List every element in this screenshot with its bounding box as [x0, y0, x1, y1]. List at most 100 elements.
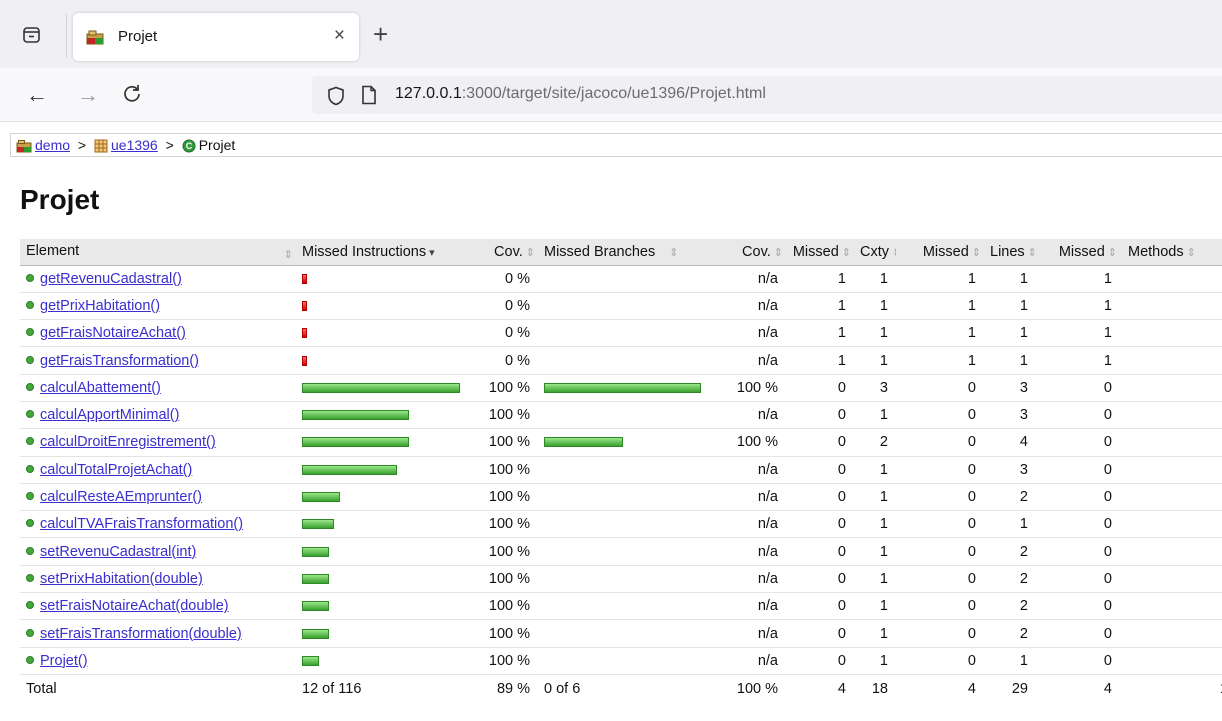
- column-header-methods[interactable]: Methods ⇕: [1120, 239, 1222, 266]
- methods-cell: 1: [1120, 265, 1222, 293]
- branch-bar-cell: [538, 292, 708, 321]
- missed-cxty-cell: 0: [786, 647, 854, 675]
- forward-arrow-icon[interactable]: →: [77, 82, 99, 108]
- url-path: :3000/target/site/jacoco/ue1396/Projet.h…: [461, 85, 766, 102]
- instruction-bar-cell: [296, 265, 462, 293]
- url-bar[interactable]: 127.0.0.1:3000/target/site/jacoco/ue1396…: [312, 76, 1222, 114]
- instruction-bar-cell: [296, 510, 462, 539]
- lines-cell: 1: [984, 647, 1036, 675]
- cxty-cell: 1: [854, 647, 896, 675]
- column-header-missed-instructions[interactable]: Missed Instructions ▾: [296, 239, 462, 266]
- sort-icon: ⇕: [525, 246, 535, 259]
- breadcrumb-link-ue1396[interactable]: ue1396: [111, 137, 158, 153]
- instr-cov-cell: 100 %: [462, 592, 538, 621]
- method-icon: [26, 492, 34, 501]
- sort-icon: ⇕: [669, 246, 679, 259]
- missed-methods-cell: 0: [1036, 428, 1120, 457]
- missed-cxty-cell: 1: [786, 346, 854, 375]
- instr-cov-cell: 0 %: [462, 319, 538, 348]
- lines-cell: 1: [984, 510, 1036, 539]
- method-link[interactable]: getPrixHabitation(): [40, 298, 160, 314]
- missed-methods-cell: 1: [1036, 319, 1120, 348]
- tab-list-icon[interactable]: [22, 26, 42, 44]
- table-row: calculResteAEmprunter()100 %n/a010201: [20, 483, 1222, 512]
- methods-cell: 1: [1120, 428, 1222, 457]
- column-header-branch-cov[interactable]: Cov. ⇕: [708, 239, 786, 266]
- url-text[interactable]: 127.0.0.1:3000/target/site/jacoco/ue1396…: [395, 85, 766, 103]
- method-link[interactable]: setRevenuCadastral(int): [40, 544, 196, 560]
- lines-cell: 4: [984, 428, 1036, 457]
- method-link[interactable]: setFraisNotaireAchat(double): [40, 598, 229, 614]
- column-header-instr-cov[interactable]: Cov. ⇕: [462, 239, 538, 266]
- total-instr-cov: 89 %: [462, 673, 538, 703]
- column-header-element[interactable]: Element ⇕: [20, 239, 296, 266]
- covered-instructions-bar: [302, 655, 319, 666]
- page-info-icon[interactable]: [361, 85, 377, 110]
- active-tab[interactable]: Projet ×: [73, 13, 359, 61]
- lines-cell: 3: [984, 456, 1036, 484]
- cxty-cell: 1: [854, 483, 896, 512]
- instr-cov-cell: 100 %: [462, 483, 538, 512]
- method-icon: [26, 573, 34, 582]
- method-link[interactable]: calculApportMinimal(): [40, 407, 179, 423]
- instr-cov-cell: 100 %: [462, 565, 538, 594]
- sort-icon: ⇕: [1107, 246, 1117, 259]
- table-row: getFraisTransformation()0 %n/a111111: [20, 346, 1222, 375]
- method-link[interactable]: getRevenuCadastral(): [40, 271, 182, 287]
- sort-desc-icon: ▾: [429, 246, 435, 259]
- missed-methods-cell: 0: [1036, 510, 1120, 539]
- column-header-cxty[interactable]: Cxty⇕: [854, 239, 896, 266]
- coverage-table-body: getRevenuCadastral()0 %n/a111111getPrixH…: [20, 265, 1222, 675]
- method-link[interactable]: calculResteAEmprunter(): [40, 489, 202, 505]
- branch-bar-cell: [538, 401, 708, 430]
- method-link[interactable]: calculDroitEnregistrement(): [40, 434, 216, 450]
- missed-lines-cell: 0: [896, 428, 984, 457]
- instruction-bar-cell: [296, 592, 462, 621]
- column-header-missed-methods[interactable]: Missed ⇕: [1036, 239, 1120, 266]
- cxty-cell: 1: [854, 292, 896, 321]
- table-header-row: Element ⇕ Missed Instructions ▾ Cov. ⇕ Miss…: [20, 239, 1222, 266]
- sort-icon: ⇕: [971, 246, 981, 259]
- method-link[interactable]: getFraisTransformation(): [40, 353, 199, 369]
- method-link[interactable]: getFraisNotaireAchat(): [40, 325, 186, 341]
- missed-instructions-bar: [302, 328, 307, 339]
- missed-cxty-cell: 1: [786, 319, 854, 348]
- cxty-cell: 1: [854, 510, 896, 539]
- method-link[interactable]: calculTVAFraisTransformation(): [40, 516, 243, 532]
- shield-icon[interactable]: [327, 86, 345, 111]
- element-cell: getPrixHabitation(): [20, 292, 296, 321]
- missed-methods-cell: 0: [1036, 401, 1120, 430]
- column-header-lines[interactable]: Lines ⇕: [984, 239, 1036, 266]
- back-arrow-icon[interactable]: ←: [26, 82, 48, 108]
- method-link[interactable]: calculTotalProjetAchat(): [40, 462, 192, 478]
- method-link[interactable]: setPrixHabitation(double): [40, 571, 203, 587]
- instruction-bar-cell: [296, 483, 462, 512]
- new-tab-button[interactable]: +: [373, 20, 388, 48]
- method-icon: [26, 300, 34, 309]
- methods-cell: 1: [1120, 510, 1222, 539]
- header-label: Cov.: [494, 243, 523, 260]
- element-cell: setRevenuCadastral(int): [20, 537, 296, 566]
- instr-cov-cell: 0 %: [462, 265, 538, 293]
- column-header-missed-cxty[interactable]: Missed ⇕: [786, 239, 854, 266]
- methods-cell: 1: [1120, 374, 1222, 402]
- close-tab-icon[interactable]: ×: [334, 26, 345, 46]
- breadcrumb: demo > ue1396 > C Projet: [10, 133, 1222, 157]
- lines-cell: 2: [984, 619, 1036, 648]
- table-row: Projet()100 %n/a010101: [20, 647, 1222, 675]
- cxty-cell: 1: [854, 592, 896, 621]
- method-link[interactable]: calculAbattement(): [40, 380, 161, 396]
- instr-cov-cell: 100 %: [462, 401, 538, 430]
- column-header-missed-branches[interactable]: Missed Branches ⇕: [538, 239, 708, 266]
- method-link[interactable]: Projet(): [40, 653, 88, 669]
- missed-cxty-cell: 0: [786, 592, 854, 621]
- reload-icon[interactable]: [122, 81, 142, 109]
- element-cell: setFraisTransformation(double): [20, 619, 296, 648]
- breadcrumb-link-demo[interactable]: demo: [35, 137, 70, 153]
- method-link[interactable]: setFraisTransformation(double): [40, 626, 242, 642]
- missed-lines-cell: 0: [896, 592, 984, 621]
- element-cell: getRevenuCadastral(): [20, 265, 296, 293]
- cxty-cell: 2: [854, 428, 896, 457]
- table-row: getPrixHabitation()0 %n/a111111: [20, 292, 1222, 321]
- column-header-missed-lines[interactable]: Missed ⇕: [896, 239, 984, 266]
